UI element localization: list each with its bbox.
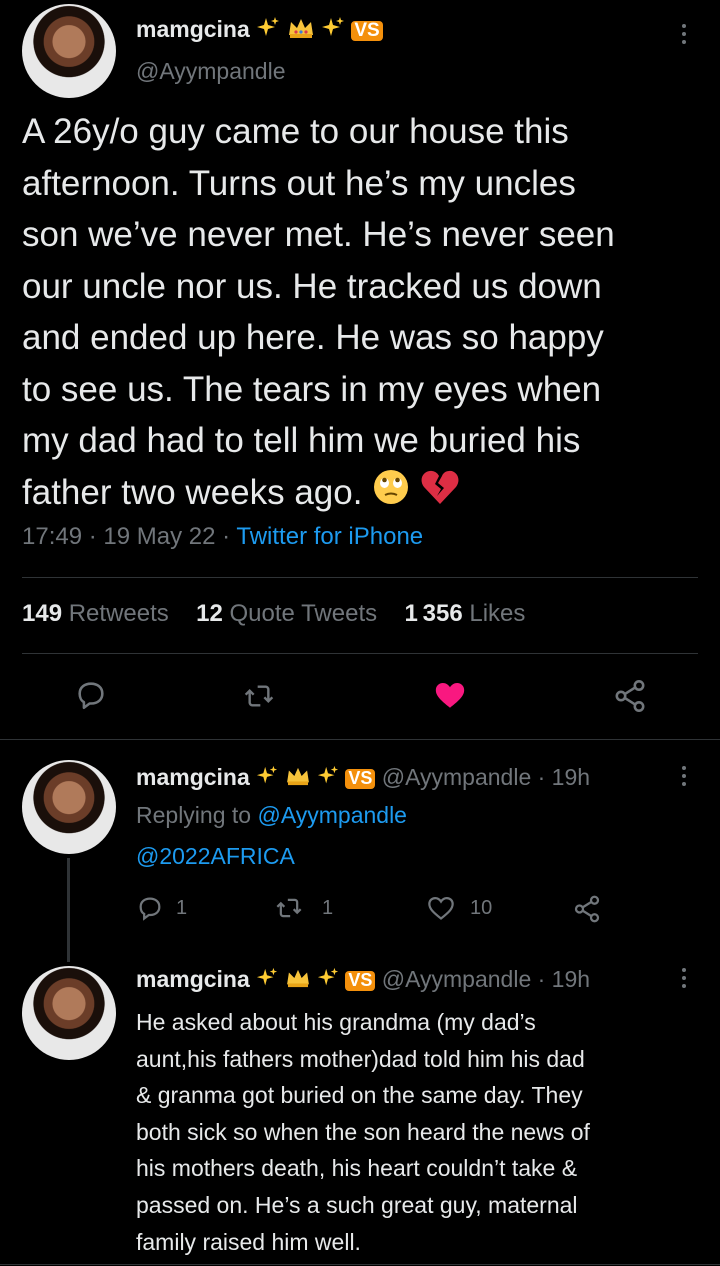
sparkles-icon bbox=[256, 967, 278, 995]
like-icon[interactable] bbox=[432, 678, 468, 712]
vs-badge: VS bbox=[345, 768, 376, 789]
tweet-line: father two weeks ago. bbox=[22, 467, 712, 521]
reply-line: passed on. He’s a such great guy, matern… bbox=[136, 1191, 578, 1218]
crown-icon bbox=[285, 765, 311, 792]
tweet-meta: 17:49 · 19 May 22 · Twitter for iPhone bbox=[22, 523, 423, 551]
likes-label: Likes bbox=[469, 600, 526, 627]
reply-line: & granma got buried on the same day. The… bbox=[136, 1082, 583, 1109]
sparkles-icon bbox=[321, 16, 345, 46]
reply-line: family raised him well. bbox=[136, 1228, 361, 1255]
quotes-count: 12 bbox=[196, 600, 223, 627]
reply-author-row: mamgcina VS @Ayympandle · 19h bbox=[136, 966, 590, 995]
reply-count: 1 bbox=[176, 897, 188, 919]
share-icon[interactable] bbox=[572, 894, 602, 924]
crown-icon bbox=[285, 967, 311, 994]
replying-handle[interactable]: @Ayympandle bbox=[257, 802, 407, 828]
likes-count: 1 356 bbox=[404, 600, 463, 627]
reply-line: He asked about his grandma (my dad’s bbox=[136, 1009, 536, 1035]
more-icon[interactable] bbox=[674, 764, 694, 788]
reply-icon[interactable] bbox=[136, 894, 164, 922]
reply-line: aunt,his fathers mother)dad told him his… bbox=[136, 1045, 585, 1072]
thread-line bbox=[67, 858, 70, 962]
tweet-source[interactable]: Twitter for iPhone bbox=[236, 523, 423, 550]
quotes-label: Quote Tweets bbox=[229, 600, 378, 627]
share-icon[interactable] bbox=[612, 678, 648, 714]
tweet-text: A 26y/o guy came to our house this after… bbox=[22, 106, 712, 521]
rolling-eyes-emoji bbox=[372, 468, 410, 521]
tweet-line: our uncle nor us. He tracked us down bbox=[22, 266, 602, 306]
handle-time[interactable]: @Ayympandle · 19h bbox=[382, 764, 590, 790]
reply-text: He asked about his grandma (my dad’s aun… bbox=[136, 1004, 714, 1260]
handle-time[interactable]: @Ayympandle · 19h bbox=[382, 966, 590, 992]
tweet-line: afternoon. Turns out he’s my uncles bbox=[22, 163, 576, 203]
display-name[interactable]: mamgcina bbox=[136, 16, 250, 42]
tweet-line: to see us. The tears in my eyes when bbox=[22, 369, 602, 409]
display-name[interactable]: mamgcina bbox=[136, 764, 250, 790]
divider bbox=[22, 577, 698, 578]
broken-heart-emoji bbox=[420, 468, 460, 521]
sparkles-icon bbox=[256, 765, 278, 793]
crown-icon bbox=[287, 17, 315, 45]
likes-stat[interactable]: 1 356 Likes bbox=[404, 600, 525, 627]
sparkles-icon bbox=[317, 765, 339, 793]
engagement-stats: 149 Retweets 12 Quote Tweets 1 356 Likes bbox=[22, 600, 525, 628]
tweet-date[interactable]: 19 May 22 bbox=[103, 523, 215, 550]
like-count: 10 bbox=[470, 897, 493, 919]
tweet-line: my dad had to tell him we buried his bbox=[22, 421, 581, 460]
tweet-line: son we’ve never met. He’s never seen bbox=[22, 215, 615, 254]
separator: · bbox=[222, 523, 231, 550]
replying-prefix: Replying to bbox=[136, 802, 252, 828]
author-row: mamgcina VS bbox=[136, 16, 383, 46]
retweet-icon[interactable] bbox=[242, 680, 276, 712]
divider bbox=[22, 653, 698, 654]
avatar[interactable] bbox=[22, 4, 116, 98]
tweet-line: A 26y/o guy came to our house this bbox=[22, 112, 569, 151]
divider bbox=[0, 739, 720, 740]
vs-badge: VS bbox=[351, 20, 383, 42]
retweets-label: Retweets bbox=[68, 600, 169, 627]
more-icon[interactable] bbox=[674, 966, 694, 990]
replying-to: Replying to @Ayympandle bbox=[136, 802, 407, 829]
retweets-count: 149 bbox=[22, 600, 63, 627]
retweet-icon[interactable] bbox=[274, 894, 304, 922]
quotes-stat[interactable]: 12 Quote Tweets bbox=[196, 600, 377, 627]
reply-author-row: mamgcina VS @Ayympandle · 19h bbox=[136, 764, 590, 793]
like-icon[interactable] bbox=[426, 894, 456, 922]
reply-line: his mothers death, his heart couldn’t ta… bbox=[136, 1155, 578, 1182]
retweet-count: 1 bbox=[322, 897, 334, 919]
tweet-time[interactable]: 17:49 bbox=[22, 523, 82, 550]
vs-badge: VS bbox=[345, 970, 376, 991]
display-name[interactable]: mamgcina bbox=[136, 966, 250, 992]
reply-line: both sick so when the son heard the news… bbox=[136, 1118, 590, 1145]
tweet-line: and ended up here. He was so happy bbox=[22, 318, 604, 357]
more-icon[interactable] bbox=[674, 22, 694, 46]
sparkles-icon bbox=[256, 16, 280, 46]
sparkles-icon bbox=[317, 967, 339, 995]
reply-body-mention[interactable]: @2022AFRICA bbox=[136, 843, 295, 870]
reply-icon[interactable] bbox=[74, 678, 108, 712]
tweet-line-text: father two weeks ago. bbox=[22, 472, 363, 512]
retweets-stat[interactable]: 149 Retweets bbox=[22, 600, 169, 627]
divider bbox=[0, 1264, 720, 1265]
separator: · bbox=[88, 523, 97, 550]
handle[interactable]: @Ayympandle bbox=[136, 58, 286, 85]
avatar[interactable] bbox=[22, 966, 116, 1060]
avatar[interactable] bbox=[22, 760, 116, 854]
